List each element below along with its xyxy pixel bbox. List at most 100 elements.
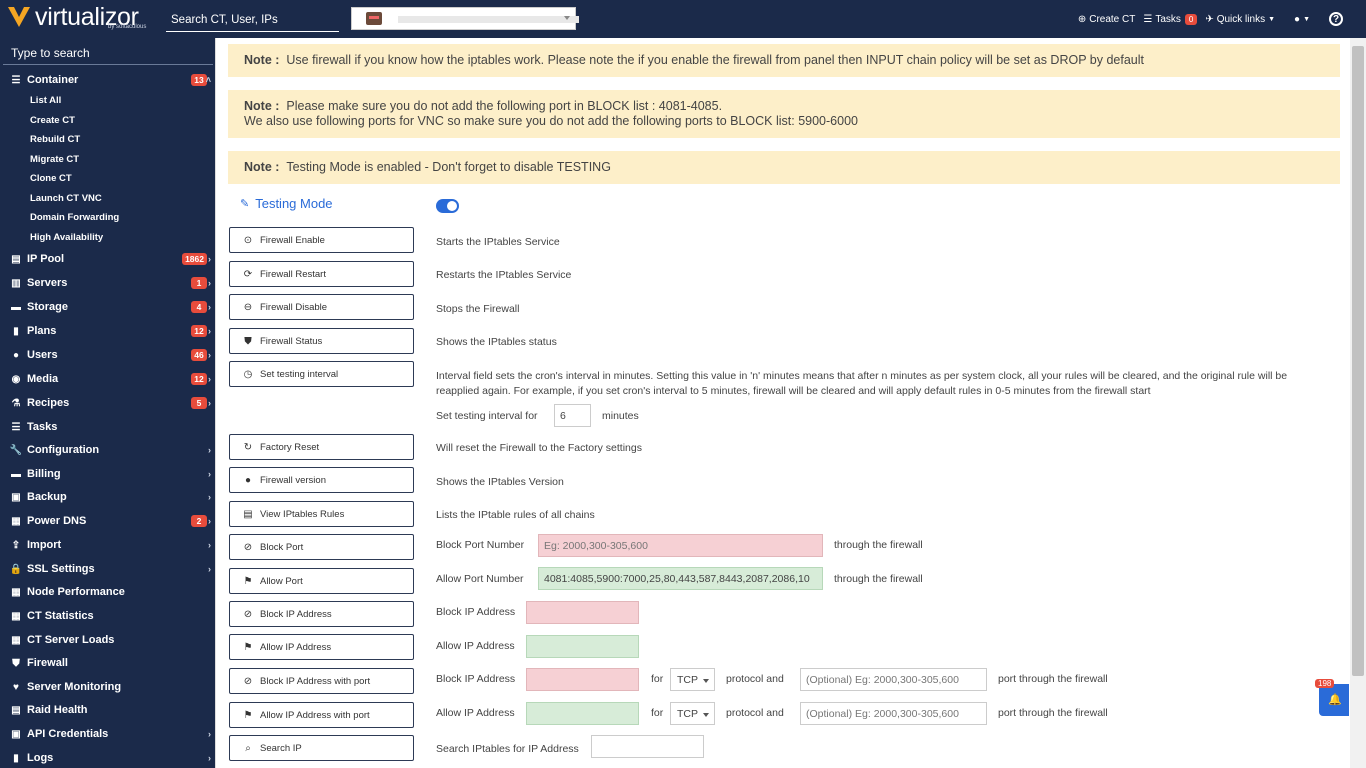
testing-mode-toggle[interactable]	[436, 199, 459, 213]
sidebar-subitem-domain-forwarding[interactable]: Domain Forwarding	[30, 212, 119, 223]
note-label: Note :	[244, 99, 280, 113]
logs-icon: ▮	[13, 752, 19, 764]
set-testing-interval-button[interactable]: ◷ Set testing interval	[229, 361, 414, 387]
sidebar-item-label: Configuration	[27, 444, 100, 456]
allow-ip-button[interactable]: ⚑ Allow IP Address	[229, 634, 414, 660]
testing-interval-input[interactable]: 6	[554, 404, 591, 427]
user-menu[interactable]: ● ▼	[1286, 14, 1313, 25]
sidebar-subitem-list-all[interactable]: List All	[30, 95, 61, 106]
sidebar-item-label: Backup	[27, 491, 67, 503]
scrollbar-thumb[interactable]	[1352, 46, 1364, 676]
block-port-button[interactable]: ⊘ Block Port	[229, 534, 414, 560]
chevron-right-icon: ›	[208, 492, 211, 502]
sidebar-item-ssl-settings[interactable]: 🔒 SSL Settings ›	[0, 559, 216, 579]
block-protocol-select[interactable]: TCP	[670, 668, 715, 691]
sidebar-item-tasks[interactable]: ☰ Tasks	[0, 417, 216, 437]
firewall-restart-button[interactable]: ⟳ Firewall Restart	[229, 261, 414, 287]
sidebar-item-node-performance[interactable]: ▦ Node Performance	[0, 582, 216, 602]
button-label: Allow IP Address with port	[260, 709, 370, 721]
sidebar-item-media[interactable]: ◉ Media 12 ›	[0, 369, 216, 389]
button-label: Block IP Address	[260, 608, 332, 620]
block-ip-input[interactable]	[526, 601, 639, 624]
sidebar-item-logs[interactable]: ▮ Logs ›	[0, 748, 216, 768]
sidebar-item-server-monitoring[interactable]: ♥ Server Monitoring	[0, 677, 216, 697]
sidebar-item-ct-server-loads[interactable]: ▦ CT Server Loads	[0, 630, 216, 650]
sidebar-item-power-dns[interactable]: ▦ Power DNS 2 ›	[0, 511, 216, 531]
user-circle-icon: ●	[1294, 13, 1301, 25]
allow-ip-with-port-button[interactable]: ⚑ Allow IP Address with port	[229, 702, 414, 728]
sidebar-item-ip-pool[interactable]: ▤ IP Pool 1862 ›	[0, 249, 216, 269]
note-firewall-warning: Note : Use firewall if you know how the …	[228, 44, 1340, 77]
search-ip-input[interactable]	[591, 735, 704, 758]
ip-pool-icon: ▤	[11, 253, 21, 265]
button-label: Search IP	[260, 742, 302, 754]
server-select[interactable]	[351, 7, 579, 30]
sidebar-item-storage[interactable]: ▬ Storage 4 ›	[0, 297, 216, 317]
allow-port-input[interactable]: 4081:4085,5900:7000,25,80,443,587,8443,2…	[538, 567, 823, 590]
chart-icon: ▦	[11, 586, 21, 598]
sidebar-item-configuration[interactable]: 🔧 Configuration ›	[0, 440, 216, 460]
allow-protocol-select[interactable]: TCP	[670, 702, 715, 725]
sidebar-item-billing[interactable]: ▬ Billing ›	[0, 464, 216, 484]
factory-reset-button[interactable]: ↻ Factory Reset	[229, 434, 414, 460]
sidebar-subitem-launch-vnc[interactable]: Launch CT VNC	[30, 193, 102, 204]
firewall-disable-button[interactable]: ⊖ Firewall Disable	[229, 294, 414, 320]
sidebar-item-label: Node Performance	[27, 586, 125, 598]
chevron-right-icon: ›	[208, 469, 211, 479]
note-text: Testing Mode is enabled - Don't forget t…	[286, 160, 611, 174]
block-ip-button[interactable]: ⊘ Block IP Address	[229, 601, 414, 627]
block-ip-port-ip-input[interactable]	[526, 668, 639, 691]
search-ip-button[interactable]: ⌕ Search IP	[229, 735, 414, 761]
create-ct-link[interactable]: ⊕ Create CT	[1078, 14, 1136, 25]
sidebar-subitem-clone-ct[interactable]: Clone CT	[30, 173, 72, 184]
sidebar-item-users[interactable]: ● Users 46 ›	[0, 345, 216, 365]
block-port-input[interactable]: Eg: 2000,300-305,600	[538, 534, 823, 557]
block-ip-with-port-button[interactable]: ⊘ Block IP Address with port	[229, 668, 414, 694]
sidebar-item-servers[interactable]: ▥ Servers 1 ›	[0, 273, 216, 293]
sidebar-subitem-rebuild-ct[interactable]: Rebuild CT	[30, 134, 80, 145]
sidebar-item-raid-health[interactable]: ▤ Raid Health	[0, 700, 216, 720]
allow-port-button[interactable]: ⚑ Allow Port	[229, 568, 414, 594]
sidebar-item-firewall[interactable]: ⛊ Firewall	[0, 653, 216, 673]
sidebar-item-recipes[interactable]: ⚗ Recipes 5 ›	[0, 393, 216, 413]
block-port-label: Block Port Number	[436, 539, 525, 551]
sidebar-item-backup[interactable]: ▣ Backup ›	[0, 487, 216, 507]
button-label: Firewall Enable	[260, 234, 325, 246]
global-search-input[interactable]: Search CT, User, IPs	[166, 8, 339, 32]
firewall-version-button[interactable]: ● Firewall version	[229, 467, 414, 493]
sidebar-item-plans[interactable]: ▮ Plans 12 ›	[0, 321, 216, 341]
sidebar-subitem-migrate-ct[interactable]: Migrate CT	[30, 154, 79, 165]
notification-bell-button[interactable]: 🔔 198	[1315, 679, 1349, 716]
note-text: Use firewall if you know how the iptable…	[286, 53, 1144, 67]
tasks-link[interactable]: ☰ Tasks 0	[1143, 13, 1198, 25]
view-iptables-rules-button[interactable]: ▤ View IPtables Rules	[229, 501, 414, 527]
button-label: Firewall Status	[260, 335, 323, 347]
allow-ip-input[interactable]	[526, 635, 639, 658]
help-icon[interactable]: ?	[1329, 12, 1343, 26]
sidebar-subitem-high-availability[interactable]: High Availability	[30, 232, 103, 243]
list-icon: ☰	[1143, 13, 1153, 25]
allow-ip-port-ip-input[interactable]	[526, 702, 639, 725]
chevron-right-icon: ›	[208, 302, 211, 312]
sidebar-search-input[interactable]: Type to search	[3, 44, 213, 65]
page-scrollbar[interactable]	[1350, 38, 1366, 768]
allow-port-optional-input[interactable]: (Optional) Eg: 2000,300-305,600	[800, 702, 987, 725]
sidebar-item-ct-statistics[interactable]: ▦ CT Statistics	[0, 606, 216, 626]
server-icon	[366, 12, 382, 25]
block-port-optional-input[interactable]: (Optional) Eg: 2000,300-305,600	[800, 668, 987, 691]
allow-port-label: Allow Port Number	[436, 573, 524, 585]
firewall-status-button[interactable]: ⛊ Firewall Status	[229, 328, 414, 354]
note-port-warning: Note : Please make sure you do not add t…	[228, 90, 1340, 138]
sidebar-item-label: Media	[27, 373, 59, 385]
through-firewall-label: through the firewall	[834, 573, 923, 585]
sidebar-item-import[interactable]: ⇪ Import ›	[0, 535, 216, 555]
search-icon: ⌕	[245, 742, 251, 754]
count-badge: 1862	[182, 253, 207, 265]
firewall-enable-button[interactable]: ⊙ Firewall Enable	[229, 227, 414, 253]
heart-icon: ♥	[13, 681, 19, 693]
sidebar-subitem-create-ct[interactable]: Create CT	[30, 115, 75, 126]
sidebar-item-label: Recipes	[27, 397, 70, 409]
sidebar-item-container[interactable]: ☰ Container 13 ˄	[0, 70, 216, 90]
quick-links-dropdown[interactable]: ✈ Quick links ▼	[1205, 14, 1278, 25]
sidebar-item-api-credentials[interactable]: ▣ API Credentials ›	[0, 724, 216, 744]
